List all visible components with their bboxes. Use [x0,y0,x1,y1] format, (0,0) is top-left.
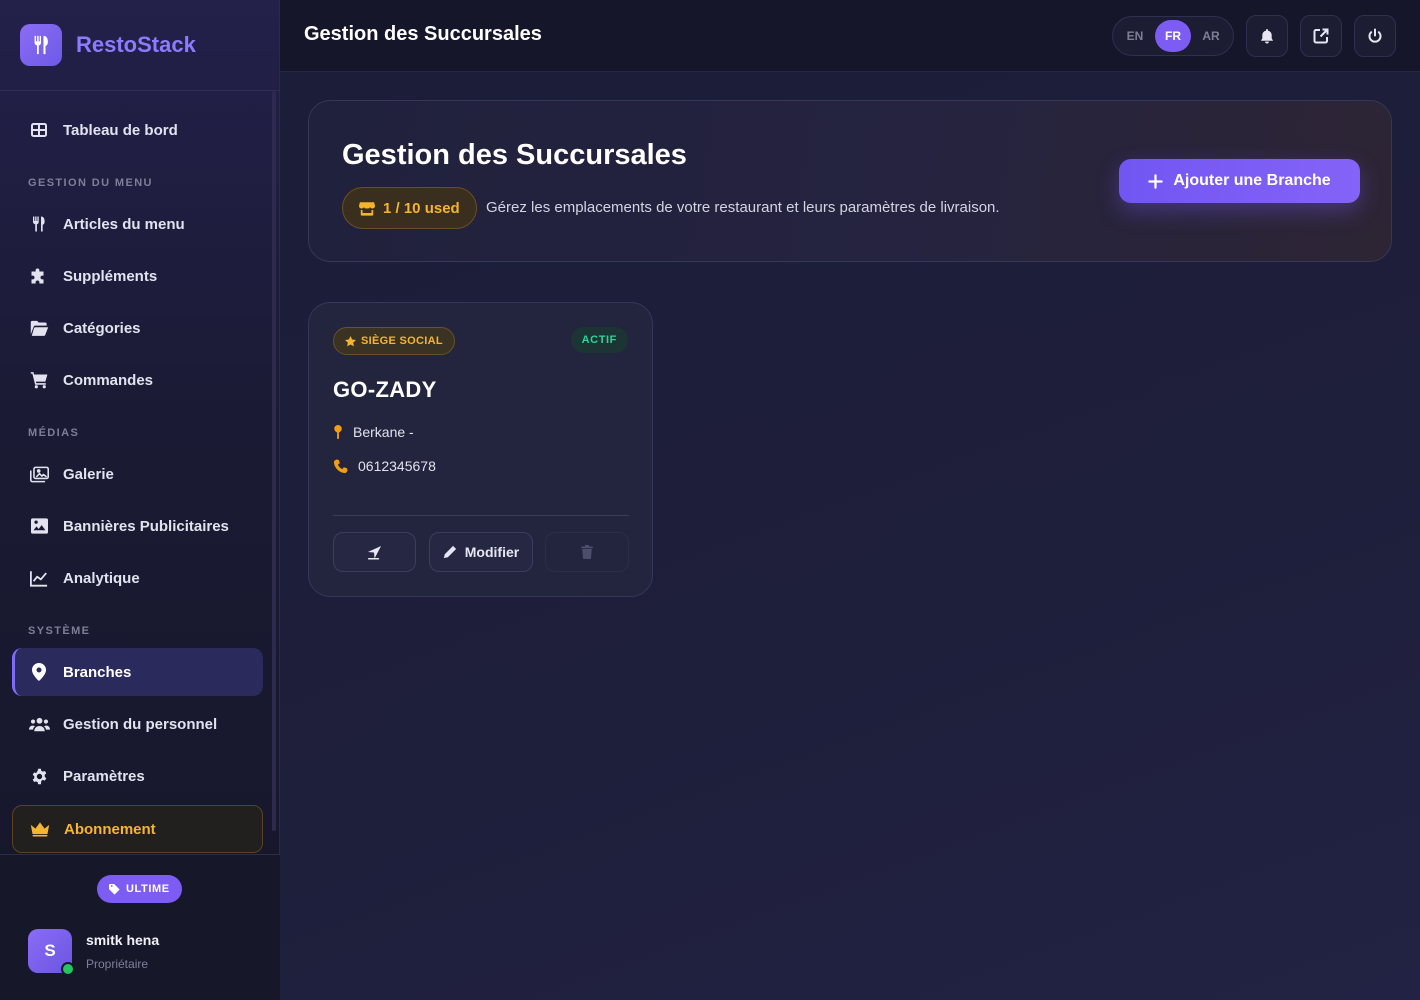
sidebar-item-label: Articles du menu [63,215,185,233]
sidebar-item-label: Catégories [63,319,141,337]
images-icon [28,463,50,485]
user-name: smitk hena [86,932,160,948]
sidebar-item-menu-items[interactable]: Articles du menu [12,200,263,248]
pencil-icon [443,545,456,559]
sidebar-item-branches[interactable]: Branches [12,648,263,696]
bell-icon [1260,28,1274,44]
utensils-icon [20,24,62,66]
image-icon [28,515,50,537]
shopping-cart-icon [28,369,50,391]
edit-branch-button[interactable]: Modifier [429,532,533,572]
branch-card[interactable]: SIÈGE SOCIAL ACTIF GO-ZADY Berkane - 061… [308,302,653,597]
language-switcher: EN FR AR [1112,16,1234,56]
tag-icon [109,883,120,895]
branch-address-text: Berkane - [353,424,414,440]
map-pin-icon [28,661,50,683]
folder-open-icon [28,317,50,339]
language-option-ar[interactable]: AR [1193,20,1229,52]
sidebar-item-orders[interactable]: Commandes [12,356,263,404]
brand[interactable]: RestoStack [0,0,279,91]
open-external-button[interactable] [1300,15,1342,57]
page-description: Gérez les emplacements de votre restaura… [486,199,1000,216]
section-title-menu: GESTION DU MENU [28,177,153,189]
delete-branch-button[interactable] [545,532,629,572]
external-link-icon [1313,28,1329,44]
headquarters-label: SIÈGE SOCIAL [361,335,443,347]
main-content: Gestion des Succursales 1 / 10 used Gére… [280,72,1420,1000]
sidebar-item-subscription[interactable]: Abonnement [12,805,263,853]
sidebar-footer: ULTIME S smitk hena Propriétaire [0,854,280,1000]
users-icon [28,713,50,735]
language-option-fr[interactable]: FR [1155,20,1191,52]
plan-label: ULTIME [126,883,170,895]
utensils-icon [28,213,50,235]
phone-icon [333,458,348,473]
edit-branch-label: Modifier [464,544,520,560]
avatar[interactable]: S [28,929,75,976]
gear-icon [28,765,50,787]
branch-address: Berkane - [333,424,414,440]
trash-icon [581,545,593,559]
sidebar-item-label: Bannières Publicitaires [63,517,229,535]
map-pin-icon [334,424,342,439]
sidebar-item-gallery[interactable]: Galerie [12,450,263,498]
card-divider [333,515,629,516]
avatar-initial: S [44,941,56,960]
logout-button[interactable] [1354,15,1396,57]
sidebar-item-analytics[interactable]: Analytique [12,554,263,602]
page-title: Gestion des Succursales [342,139,687,171]
sidebar-item-label: Galerie [63,465,114,483]
plus-icon [1148,173,1164,189]
sidebar-item-label: Analytique [63,569,140,587]
online-status-dot [61,962,75,976]
section-title-media: MÉDIAS [28,427,80,439]
branch-name: GO-ZADY [333,377,437,402]
branch-phone-text: 0612345678 [358,458,436,474]
sidebar: RestoStack Tableau de bord GESTION DU ME… [0,0,280,1000]
crown-icon [29,818,51,840]
star-icon [345,335,356,346]
headquarters-badge: SIÈGE SOCIAL [333,327,455,355]
sidebar-item-label: Abonnement [64,820,156,838]
add-branch-label: Ajouter une Branche [1173,172,1331,189]
sidebar-item-supplements[interactable]: Suppléments [12,252,263,300]
sidebar-scrollbar[interactable] [272,91,276,831]
sidebar-item-label: Gestion du personnel [63,715,218,733]
sidebar-item-label: Branches [63,663,132,681]
store-icon [359,201,375,216]
topbar-title: Gestion des Succursales [304,23,542,45]
language-option-en[interactable]: EN [1117,20,1153,52]
sidebar-item-staff[interactable]: Gestion du personnel [12,700,263,748]
sidebar-item-label: Commandes [63,371,154,389]
user-role: Propriétaire [86,957,149,971]
sidebar-nav: Tableau de bord GESTION DU MENU Articles… [0,91,276,854]
sidebar-item-label: Tableau de bord [63,121,178,139]
location-arrow-icon [367,545,382,559]
sidebar-item-settings[interactable]: Paramètres [12,752,263,800]
sidebar-item-label: Paramètres [63,767,145,785]
grid-icon [28,119,50,141]
usage-text: 1 / 10 used [383,199,460,217]
section-title-system: SYSTÈME [28,625,91,637]
brand-name: RestoStack [76,32,196,57]
sidebar-item-banners[interactable]: Bannières Publicitaires [12,502,263,550]
page-header-card: Gestion des Succursales 1 / 10 used Gére… [308,100,1392,262]
notifications-button[interactable] [1246,15,1288,57]
sidebar-item-categories[interactable]: Catégories [12,304,263,352]
puzzle-icon [28,265,50,287]
power-icon [1368,28,1382,43]
branch-phone: 0612345678 [333,458,436,474]
sidebar-item-label: Suppléments [63,267,158,285]
add-branch-button[interactable]: Ajouter une Branche [1119,159,1360,203]
usage-badge: 1 / 10 used [342,187,477,229]
chart-line-icon [28,567,50,589]
status-badge: ACTIF [570,327,628,353]
directions-button[interactable] [333,532,416,572]
sidebar-item-dashboard[interactable]: Tableau de bord [12,106,263,154]
plan-badge: ULTIME [97,875,182,903]
topbar: Gestion des Succursales EN FR AR [280,0,1420,72]
